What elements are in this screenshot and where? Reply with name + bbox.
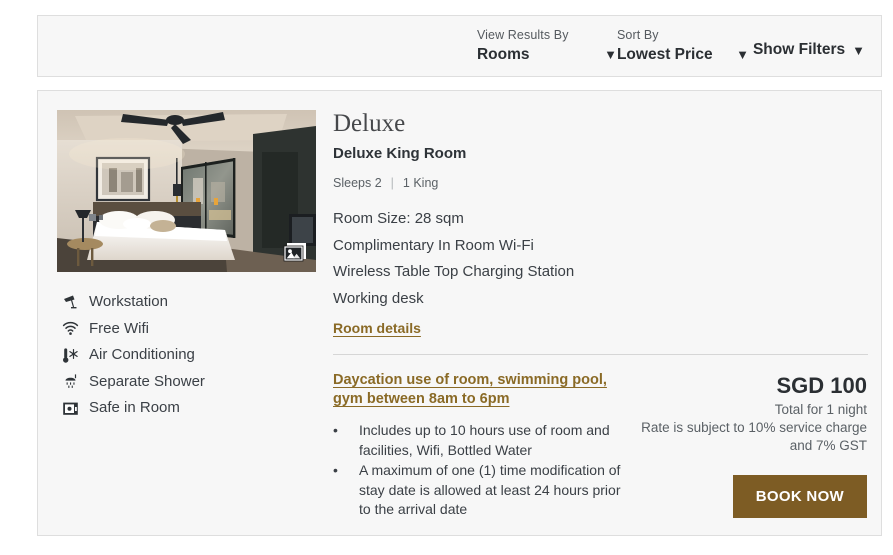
sort-by-dropdown[interactable]: Sort By Lowest Price ▼ [617, 28, 749, 64]
rate-bullet-text: A maximum of one (1) time modification o… [359, 462, 621, 517]
safe-box-icon [61, 399, 79, 417]
rate-description-column: Daycation use of room, swimming pool, gy… [333, 371, 633, 521]
view-results-by-dropdown[interactable]: View Results By Rooms ▼ [477, 28, 617, 64]
show-filters-button[interactable]: Show Filters ▼ [753, 41, 865, 60]
amenities-list: Workstation Free Wifi Air Conditioning S… [57, 289, 319, 422]
amenity-label: Workstation [89, 293, 168, 311]
chevron-down-icon: ▼ [604, 47, 617, 62]
amenity-label: Separate Shower [89, 372, 205, 390]
rate-title-link[interactable]: Daycation use of room, swimming pool, gy… [333, 372, 607, 407]
view-results-by-label: View Results By [476, 28, 569, 42]
room-media-column: Workstation Free Wifi Air Conditioning S… [57, 110, 319, 521]
wifi-icon [61, 320, 79, 338]
amenity-separate-shower: Separate Shower [57, 369, 319, 396]
rate-bullet: • A maximum of one (1) time modification … [333, 461, 633, 520]
rate-section: Daycation use of room, swimming pool, gy… [333, 371, 874, 521]
room-photo[interactable] [57, 110, 316, 272]
chevron-down-icon: ▼ [852, 42, 865, 58]
rate-bullets: • Includes up to 10 hours use of room and… [333, 421, 633, 520]
room-result-card: Workstation Free Wifi Air Conditioning S… [37, 90, 882, 536]
desk-lamp-icon [61, 293, 79, 311]
price-tax-note: Rate is subject to 10% service charge an… [641, 420, 867, 453]
room-photo-image [57, 110, 316, 272]
view-results-by-value: Rooms [476, 46, 530, 63]
room-info-column: Deluxe Deluxe King Room Sleeps 2 | 1 Kin… [319, 110, 874, 521]
bullet-marker: • [333, 462, 338, 478]
rate-bullet-text: Includes up to 10 hours use of room and … [359, 422, 610, 458]
air-conditioning-icon [61, 346, 79, 364]
price-note: Total for 1 night [774, 402, 867, 417]
sort-by-label: Sort By [616, 28, 659, 42]
amenity-label: Free Wifi [89, 319, 149, 337]
bullet-marker: • [333, 422, 338, 438]
amenity-label: Safe in Room [89, 399, 180, 417]
bed-label: 1 King [402, 176, 439, 190]
room-features-list: Room Size: 28 sqm Complimentary In Room … [333, 206, 874, 312]
room-occupancy: Sleeps 2 | 1 King [333, 175, 874, 191]
show-filters-label: Show Filters [752, 41, 846, 58]
booking-results-page: View Results By Rooms ▼ Sort By Lowest P… [0, 0, 893, 555]
amenity-label: Air Conditioning [89, 346, 195, 364]
room-details-link[interactable]: Room details [333, 320, 421, 336]
book-now-button[interactable]: BOOK NOW [732, 475, 867, 518]
room-feature: Working desk [333, 289, 424, 307]
amenity-safe-in-room: Safe in Room [57, 395, 319, 422]
shower-icon [61, 373, 79, 391]
photo-gallery-icon[interactable] [282, 239, 310, 265]
chevron-down-icon: ▼ [736, 47, 749, 62]
room-type-heading: Deluxe [333, 110, 406, 137]
room-feature: Wireless Table Top Charging Station [333, 263, 575, 280]
filter-toolbar: View Results By Rooms ▼ Sort By Lowest P… [37, 15, 882, 77]
amenity-free-wifi: Free Wifi [57, 316, 319, 343]
rate-bullet: • Includes up to 10 hours use of room and… [333, 421, 633, 460]
sleeps-label: Sleeps 2 [333, 176, 382, 190]
room-feature: Room Size: 28 sqm [333, 210, 464, 227]
room-name: Deluxe King Room [333, 145, 467, 162]
amenity-air-conditioning: Air Conditioning [57, 342, 319, 369]
price-amount: SGD 100 [776, 373, 868, 398]
section-divider [333, 354, 868, 355]
occupancy-separator: | [390, 176, 394, 190]
rate-price-column: SGD 100 Total for 1 night Rate is subjec… [633, 371, 874, 521]
room-feature: Complimentary In Room Wi-Fi [333, 236, 534, 254]
sort-by-value: Lowest Price [616, 46, 713, 63]
amenity-workstation: Workstation [57, 289, 319, 316]
